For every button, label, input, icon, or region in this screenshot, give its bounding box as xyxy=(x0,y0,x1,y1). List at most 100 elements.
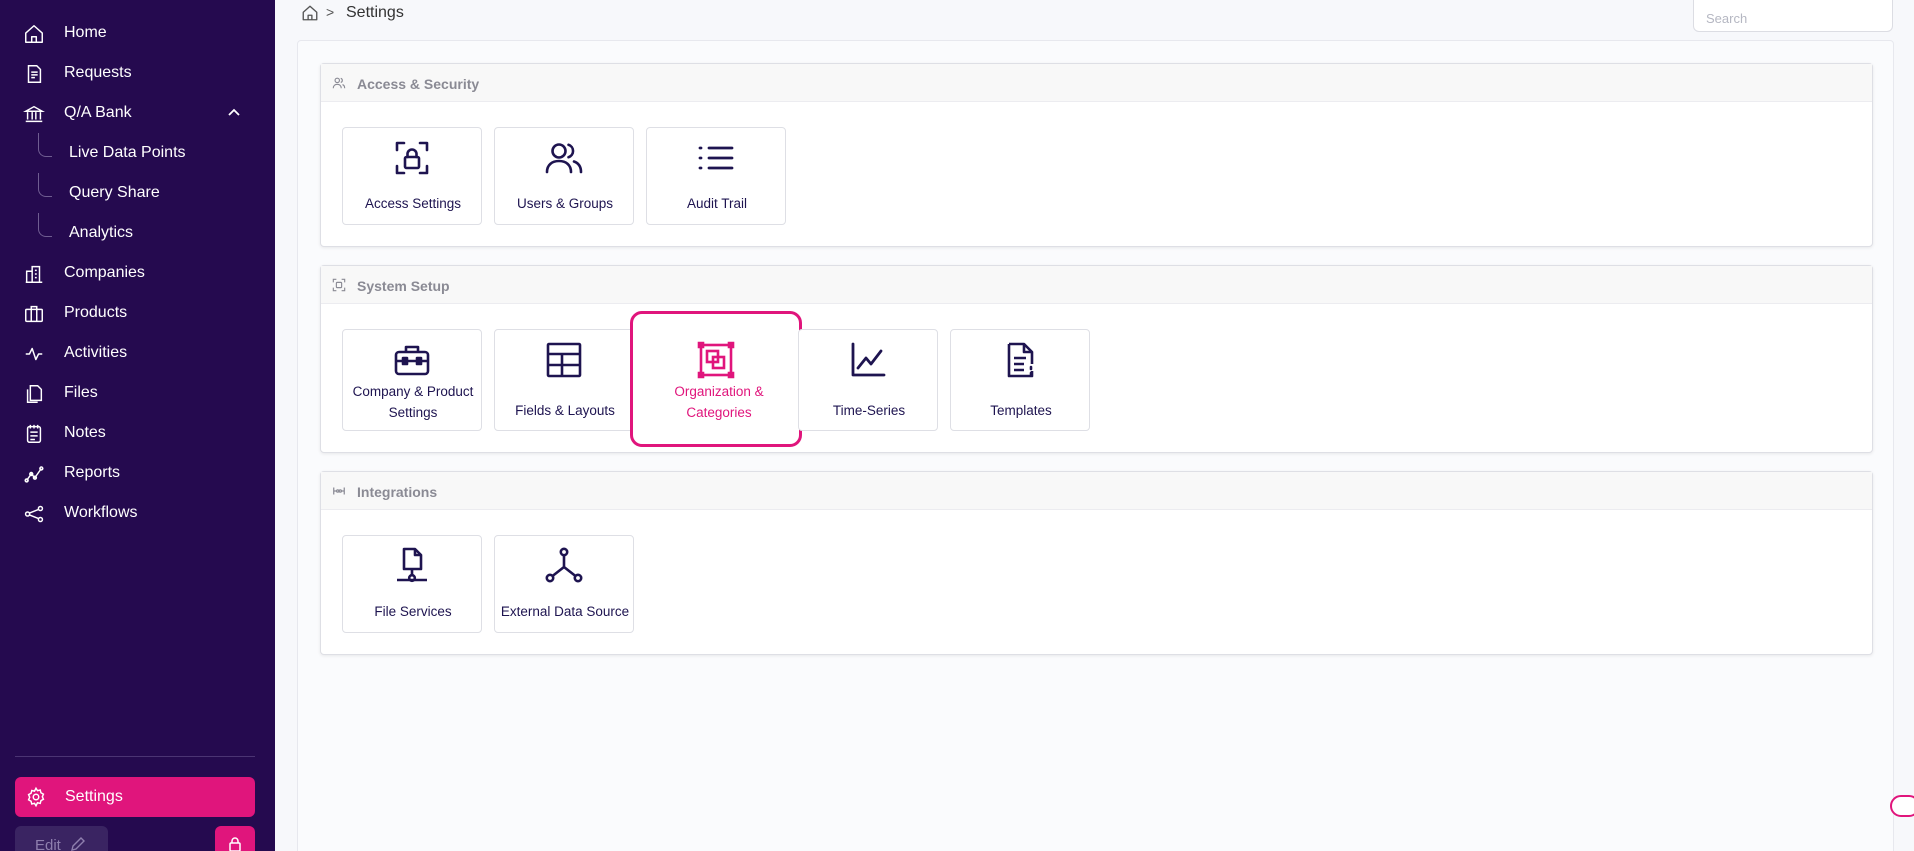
card-templates[interactable]: Templates xyxy=(950,329,1090,431)
files-icon xyxy=(26,385,43,403)
card-label: Audit Trail xyxy=(686,196,748,211)
connector-icon xyxy=(333,487,345,495)
sidebar-item-label: Notes xyxy=(64,424,106,441)
section-header: Integrations xyxy=(321,472,1872,510)
edit-label: Edit xyxy=(35,837,61,851)
sidebar-item-label: Q/A Bank xyxy=(64,104,132,121)
card-label: Time-Series xyxy=(832,403,906,418)
activity-icon xyxy=(25,347,43,361)
sidebar-item-activities[interactable]: Activities xyxy=(0,333,275,373)
card-audit-trail[interactable]: Audit Trail xyxy=(646,127,786,225)
card-access-settings[interactable]: Access Settings xyxy=(342,127,482,225)
sidebar-item-label: Home xyxy=(64,24,107,41)
reports-icon xyxy=(24,466,44,483)
section-integrations: Integrations File Services External Data… xyxy=(320,471,1873,655)
sidebar-item-home[interactable]: Home xyxy=(0,13,275,53)
card-label: Templates xyxy=(990,403,1052,418)
section-title: System Setup xyxy=(357,278,450,294)
lock-frame-icon xyxy=(395,141,429,175)
file-service-icon xyxy=(397,547,427,583)
sidebar-item-label: Files xyxy=(64,384,98,401)
breadcrumb-separator: > xyxy=(326,4,335,20)
sidebar-item-settings[interactable]: Settings xyxy=(15,777,255,817)
gear-icon xyxy=(27,786,45,808)
section-access-security: Access & Security Access Settings Users … xyxy=(320,63,1873,247)
sidebar-subitem-label: Analytics xyxy=(69,224,134,241)
card-label-line: Categories xyxy=(686,405,752,420)
search-input[interactable] xyxy=(1693,0,1893,32)
sidebar-item-files[interactable]: Files xyxy=(0,373,275,413)
list-icon xyxy=(698,146,734,170)
card-label: Organization & Categories xyxy=(649,381,789,423)
sidebar-item-notes[interactable]: Notes xyxy=(0,413,275,453)
sidebar-item-products[interactable]: Products xyxy=(0,293,275,333)
settings-panel: Access & Security Access Settings Users … xyxy=(297,40,1894,851)
sidebar-item-reports[interactable]: Reports xyxy=(0,453,275,493)
buildings-icon xyxy=(25,265,43,283)
card-label: Fields & Layouts xyxy=(515,403,615,418)
chat-widget-icon[interactable] xyxy=(1890,795,1914,817)
package-icon xyxy=(25,305,43,323)
tree-connector xyxy=(38,213,52,237)
sidebar-subitem-live-data-points[interactable]: Live Data Points xyxy=(0,133,275,171)
card-organization-categories[interactable]: Organization & Categories xyxy=(630,311,802,447)
sidebar-item-qa-bank[interactable]: Q/A Bank xyxy=(0,93,275,133)
sidebar-subitem-label: Live Data Points xyxy=(69,144,186,161)
sidebar-item-companies[interactable]: Companies xyxy=(0,253,275,293)
breadcrumb-home-icon[interactable] xyxy=(301,4,319,22)
lock-button[interactable] xyxy=(215,826,255,851)
tree-connector xyxy=(38,173,52,197)
home-icon xyxy=(25,25,43,43)
card-file-services[interactable]: File Services xyxy=(342,535,482,633)
line-chart-icon xyxy=(851,342,886,377)
card-label-line: Company & Product xyxy=(352,384,474,399)
card-company-product-settings[interactable]: Company & Product Settings xyxy=(342,329,482,431)
organize-icon xyxy=(697,341,735,379)
section-system-setup: System Setup Company & Product Settings … xyxy=(320,265,1873,453)
tree-connector xyxy=(38,133,52,157)
edit-button[interactable]: Edit xyxy=(15,826,108,851)
card-label-line: Settings xyxy=(388,405,438,420)
card-time-series[interactable]: Time-Series xyxy=(798,329,938,431)
network-icon xyxy=(545,547,583,583)
sidebar: Home Requests Q/A Bank Live Data Points … xyxy=(0,0,275,851)
section-header: System Setup xyxy=(321,266,1872,304)
sidebar-item-label: Companies xyxy=(64,264,145,281)
card-label: File Services xyxy=(374,604,452,619)
workflow-icon xyxy=(24,505,44,523)
card-label: Access Settings xyxy=(364,196,462,211)
sidebar-item-label: Workflows xyxy=(64,504,138,521)
scan-icon xyxy=(332,278,346,292)
sidebar-subitem-analytics[interactable]: Analytics xyxy=(0,213,275,251)
people-icon xyxy=(332,77,346,89)
section-title: Access & Security xyxy=(357,76,480,92)
card-label: Company & Product Settings xyxy=(343,381,483,423)
section-header: Access & Security xyxy=(321,64,1872,102)
card-label-line: Organization & xyxy=(674,384,764,399)
breadcrumb-current: Settings xyxy=(346,4,404,21)
section-title: Integrations xyxy=(357,484,438,500)
card-fields-layouts[interactable]: Fields & Layouts xyxy=(494,329,634,431)
sidebar-subitem-query-share[interactable]: Query Share xyxy=(0,173,275,211)
chevron-up-icon[interactable] xyxy=(226,105,242,121)
card-users-groups[interactable]: Users & Groups xyxy=(494,127,634,225)
sidebar-item-label: Requests xyxy=(64,64,132,81)
sidebar-item-label: Activities xyxy=(64,344,128,361)
document-icon xyxy=(27,65,42,83)
briefcase-icon xyxy=(394,345,430,376)
sidebar-item-label: Reports xyxy=(64,464,121,481)
card-label: External Data Source xyxy=(500,604,630,619)
sidebar-subitem-label: Query Share xyxy=(69,184,160,201)
sidebar-divider xyxy=(15,756,255,757)
sidebar-item-workflows[interactable]: Workflows xyxy=(0,493,275,533)
lock-icon xyxy=(229,837,241,851)
template-icon xyxy=(1007,342,1034,378)
card-external-data-source[interactable]: External Data Source xyxy=(494,535,634,633)
pencil-icon xyxy=(71,837,85,851)
sidebar-item-label: Products xyxy=(64,304,128,321)
users-icon xyxy=(545,143,583,174)
notes-icon xyxy=(26,424,42,443)
card-label: Users & Groups xyxy=(516,196,614,211)
sidebar-item-requests[interactable]: Requests xyxy=(0,53,275,93)
table-icon xyxy=(546,342,582,378)
